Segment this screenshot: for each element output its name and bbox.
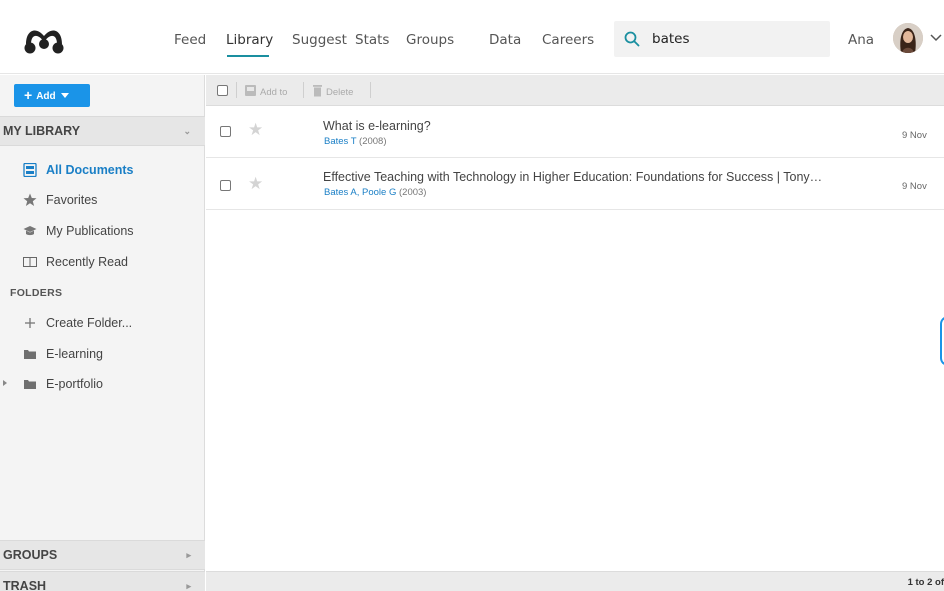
graduation-cap-icon xyxy=(23,226,37,236)
nav-data[interactable]: Data xyxy=(489,32,521,48)
nav-suggest[interactable]: Suggest xyxy=(292,32,347,48)
document-meta: Bates A, Poole G (2003) xyxy=(324,187,426,199)
sidebar-item-e-learning[interactable]: E-learning xyxy=(0,342,205,366)
folders-heading: FOLDERS xyxy=(10,287,63,299)
document-authors[interactable]: Bates A, Poole G xyxy=(324,187,396,198)
sidebar-item-my-publications[interactable]: My Publications xyxy=(0,219,205,243)
nav-feed[interactable]: Feed xyxy=(174,32,206,48)
open-book-icon xyxy=(23,257,37,267)
folder-icon xyxy=(24,380,36,389)
document-row[interactable]: ★ What is e-learning? Bates T (2008) 9 N… xyxy=(206,106,944,158)
document-title[interactable]: What is e-learning? xyxy=(323,119,431,134)
chevron-right-icon: ▸ xyxy=(186,550,191,560)
document-meta: Bates T (2008) xyxy=(324,136,387,148)
sidebar-item-favorites[interactable]: Favorites xyxy=(0,188,205,212)
document-title[interactable]: Effective Teaching with Technology in Hi… xyxy=(323,170,822,185)
sidebar-item-all-documents[interactable]: All Documents xyxy=(0,158,205,182)
search-input[interactable]: bates xyxy=(614,21,830,57)
favorite-star-icon[interactable]: ★ xyxy=(248,175,263,193)
chevron-down-icon: ⌄ xyxy=(183,126,191,136)
toolbar-divider xyxy=(303,82,304,98)
nav-stats[interactable]: Stats xyxy=(355,32,389,48)
chevron-right-icon: ▸ xyxy=(186,581,191,591)
add-button[interactable]: + Add xyxy=(14,84,90,107)
list-footer: 1 to 2 of xyxy=(206,571,944,591)
document-date: 9 Nov xyxy=(902,181,927,192)
sidebar-item-label: My Publications xyxy=(46,224,134,238)
star-icon xyxy=(23,193,37,206)
add-to-button[interactable]: Add to xyxy=(244,84,287,99)
pagination-text: 1 to 2 of xyxy=(907,577,944,588)
select-all-checkbox[interactable] xyxy=(217,85,228,96)
folder-icon xyxy=(24,350,36,359)
sidebar-item-label: E-learning xyxy=(46,347,103,361)
caret-down-icon xyxy=(60,93,69,98)
document-year: (2003) xyxy=(399,187,427,198)
sidebar-item-label: Favorites xyxy=(46,193,98,207)
avatar[interactable] xyxy=(893,23,923,53)
trash-icon xyxy=(313,85,322,97)
row-checkbox[interactable] xyxy=(220,180,231,191)
trash-header[interactable]: TRASH ▸ xyxy=(0,571,205,591)
create-folder-button[interactable]: Create Folder... xyxy=(0,311,205,335)
sidebar-item-e-portfolio[interactable]: E-portfolio xyxy=(0,372,205,396)
sidebar-item-label: Create Folder... xyxy=(46,316,133,330)
active-tab-indicator xyxy=(227,55,269,57)
nav-library[interactable]: Library xyxy=(226,32,273,48)
folder-add-icon xyxy=(245,85,256,96)
documents-icon xyxy=(23,163,37,177)
user-name[interactable]: Ana xyxy=(848,32,874,48)
nav-groups[interactable]: Groups xyxy=(406,32,454,48)
sidebar-item-label: All Documents xyxy=(46,163,134,177)
plus-icon: + xyxy=(24,87,33,103)
trash-label: TRASH xyxy=(3,579,47,591)
document-row[interactable]: ★ Effective Teaching with Technology in … xyxy=(206,158,944,210)
delete-label: Delete xyxy=(326,87,354,98)
chevron-down-icon[interactable] xyxy=(930,34,942,42)
plus-icon xyxy=(25,318,35,328)
top-navigation-bar: Feed Library Suggest Stats Groups Data C… xyxy=(0,0,944,74)
delete-button[interactable]: Delete xyxy=(312,84,353,99)
document-year: (2008) xyxy=(359,136,387,147)
sidebar-item-label: Recently Read xyxy=(46,255,128,269)
nav-careers[interactable]: Careers xyxy=(542,32,594,48)
sidebar-item-recently-read[interactable]: Recently Read xyxy=(0,250,205,274)
add-button-label: Add xyxy=(36,91,56,102)
sidebar-item-label: E-portfolio xyxy=(46,377,103,391)
my-library-header[interactable]: MY LIBRARY ⌄ xyxy=(0,116,205,146)
document-date: 9 Nov xyxy=(902,130,927,141)
row-checkbox[interactable] xyxy=(220,126,231,137)
search-query[interactable]: bates xyxy=(652,31,689,47)
sidebar: + Add MY LIBRARY ⌄ All Documents Favorite… xyxy=(0,75,205,591)
groups-header[interactable]: GROUPS ▸ xyxy=(0,540,205,570)
groups-label: GROUPS xyxy=(3,548,58,562)
side-panel-handle[interactable] xyxy=(940,316,944,366)
document-authors[interactable]: Bates T xyxy=(324,136,356,147)
add-to-label: Add to xyxy=(260,87,288,98)
mendeley-logo-icon[interactable] xyxy=(22,22,66,56)
expand-arrow-icon[interactable] xyxy=(3,380,7,386)
favorite-star-icon[interactable]: ★ xyxy=(248,121,263,139)
my-library-label: MY LIBRARY xyxy=(3,124,81,138)
toolbar-divider xyxy=(236,82,237,98)
document-toolbar: Add to Delete xyxy=(206,75,944,106)
toolbar-divider xyxy=(370,82,371,98)
search-icon xyxy=(624,31,640,47)
